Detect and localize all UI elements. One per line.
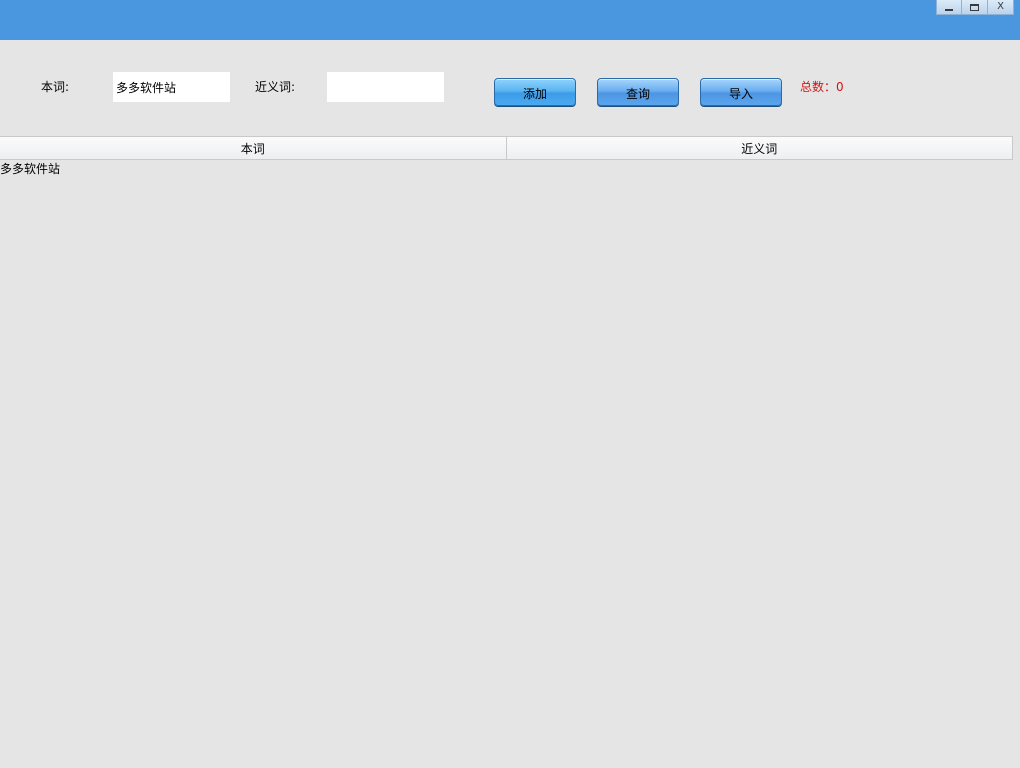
minimize-icon <box>945 9 953 11</box>
column-header-synonym[interactable]: 近义词 <box>506 137 1013 159</box>
synonym-label: 近义词: <box>255 80 296 94</box>
title-bar <box>0 0 1020 40</box>
query-button[interactable]: 查询 <box>597 78 679 106</box>
table-row[interactable]: 多多软件站 <box>0 160 1013 179</box>
synonym-input[interactable] <box>327 72 444 102</box>
close-button[interactable]: X <box>988 0 1014 15</box>
column-header-word[interactable]: 本词 <box>0 137 507 159</box>
word-input[interactable] <box>113 72 230 102</box>
table-body: 多多软件站 <box>0 160 1013 179</box>
add-button[interactable]: 添加 <box>494 78 576 106</box>
window-controls: X <box>936 0 1014 16</box>
maximize-button[interactable] <box>962 0 988 15</box>
table-header: 本词 近义词 <box>0 136 1013 160</box>
maximize-icon <box>970 3 979 11</box>
close-icon: X <box>997 1 1004 12</box>
total-count: 总数：0 <box>800 80 844 94</box>
minimize-button[interactable] <box>936 0 962 15</box>
table-cell-word: 多多软件站 <box>0 162 61 176</box>
import-button[interactable]: 导入 <box>700 78 782 106</box>
word-label: 本词: <box>41 80 70 94</box>
